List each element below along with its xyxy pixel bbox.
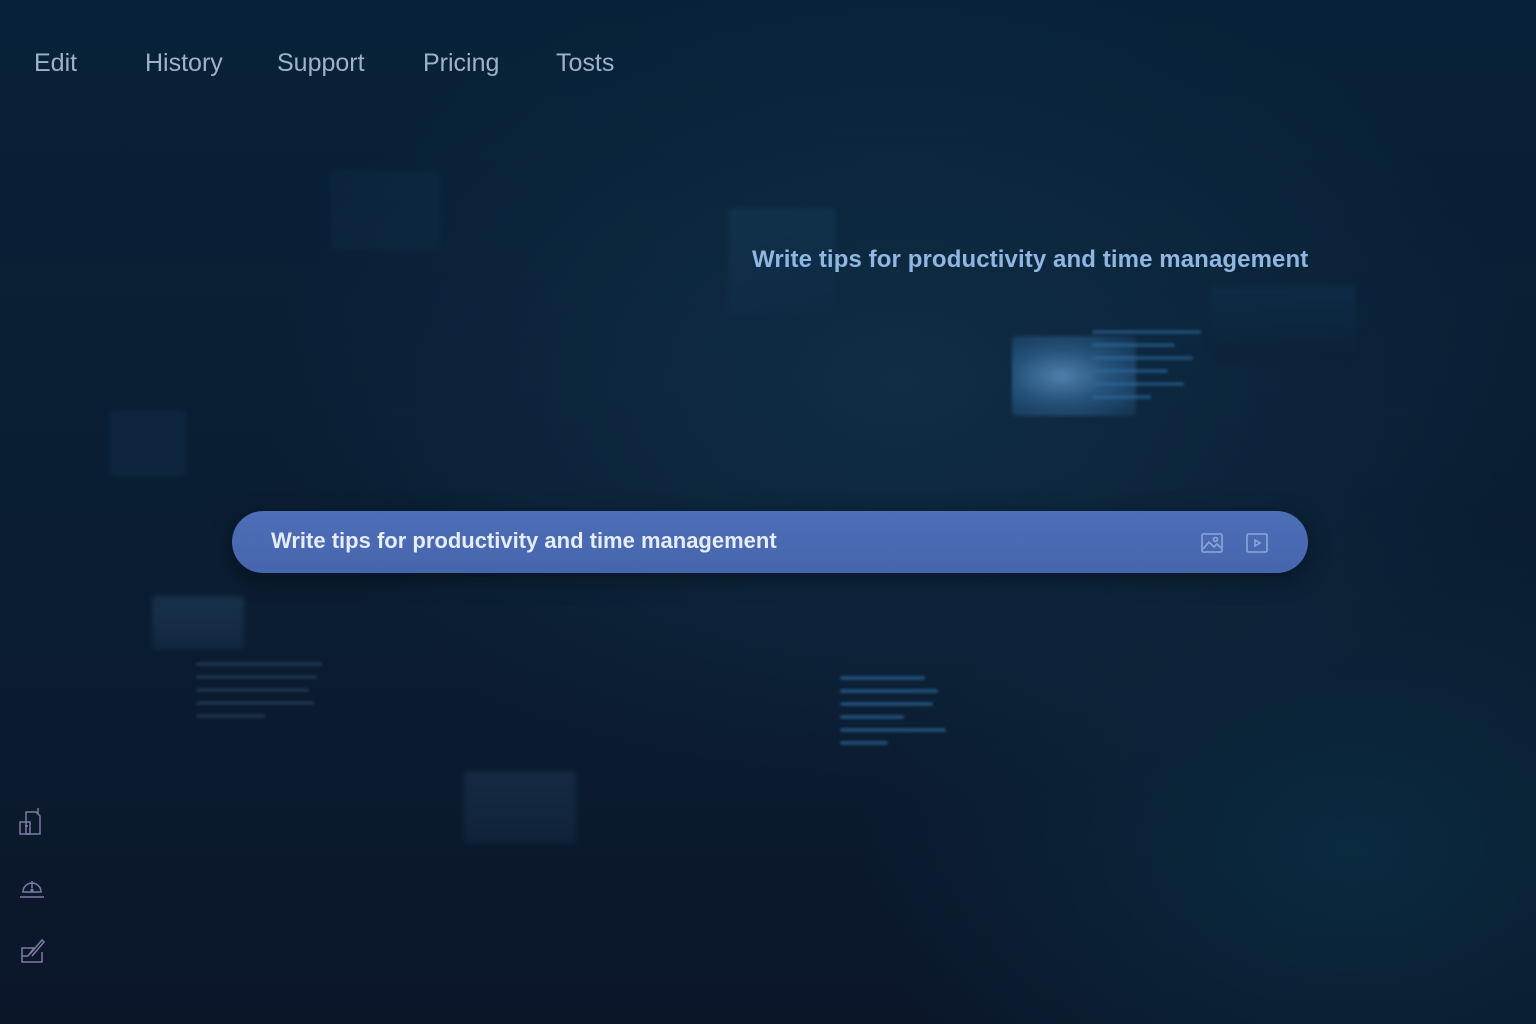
- background-thumbnail: [464, 772, 576, 844]
- background-text-block: [1092, 330, 1210, 408]
- nav-item-pricing[interactable]: Pricing: [423, 49, 499, 78]
- background-text-block: [196, 662, 322, 727]
- background-thumbnail: [110, 410, 186, 476]
- nav-item-support[interactable]: Support: [277, 49, 365, 78]
- background-text-block: [840, 676, 946, 754]
- nav-item-edit[interactable]: Edit: [34, 49, 77, 78]
- nav-item-history[interactable]: History: [145, 49, 223, 78]
- document-upload-icon[interactable]: [16, 806, 48, 838]
- background-thumbnail: [330, 170, 440, 250]
- background-thumbnail: [1210, 286, 1356, 360]
- prompt-input-bar[interactable]: Write tips for productivity and time man…: [232, 511, 1308, 573]
- prompt-text[interactable]: Write tips for productivity and time man…: [271, 528, 777, 554]
- video-icon[interactable]: [1245, 531, 1269, 555]
- alert-icon[interactable]: [16, 870, 48, 902]
- edit-icon[interactable]: [16, 934, 48, 966]
- nav-item-tosts[interactable]: Tosts: [556, 49, 614, 78]
- suggestion-headline: Write tips for productivity and time man…: [752, 246, 1309, 273]
- image-icon[interactable]: [1200, 531, 1224, 555]
- background-thumbnail: [152, 596, 244, 650]
